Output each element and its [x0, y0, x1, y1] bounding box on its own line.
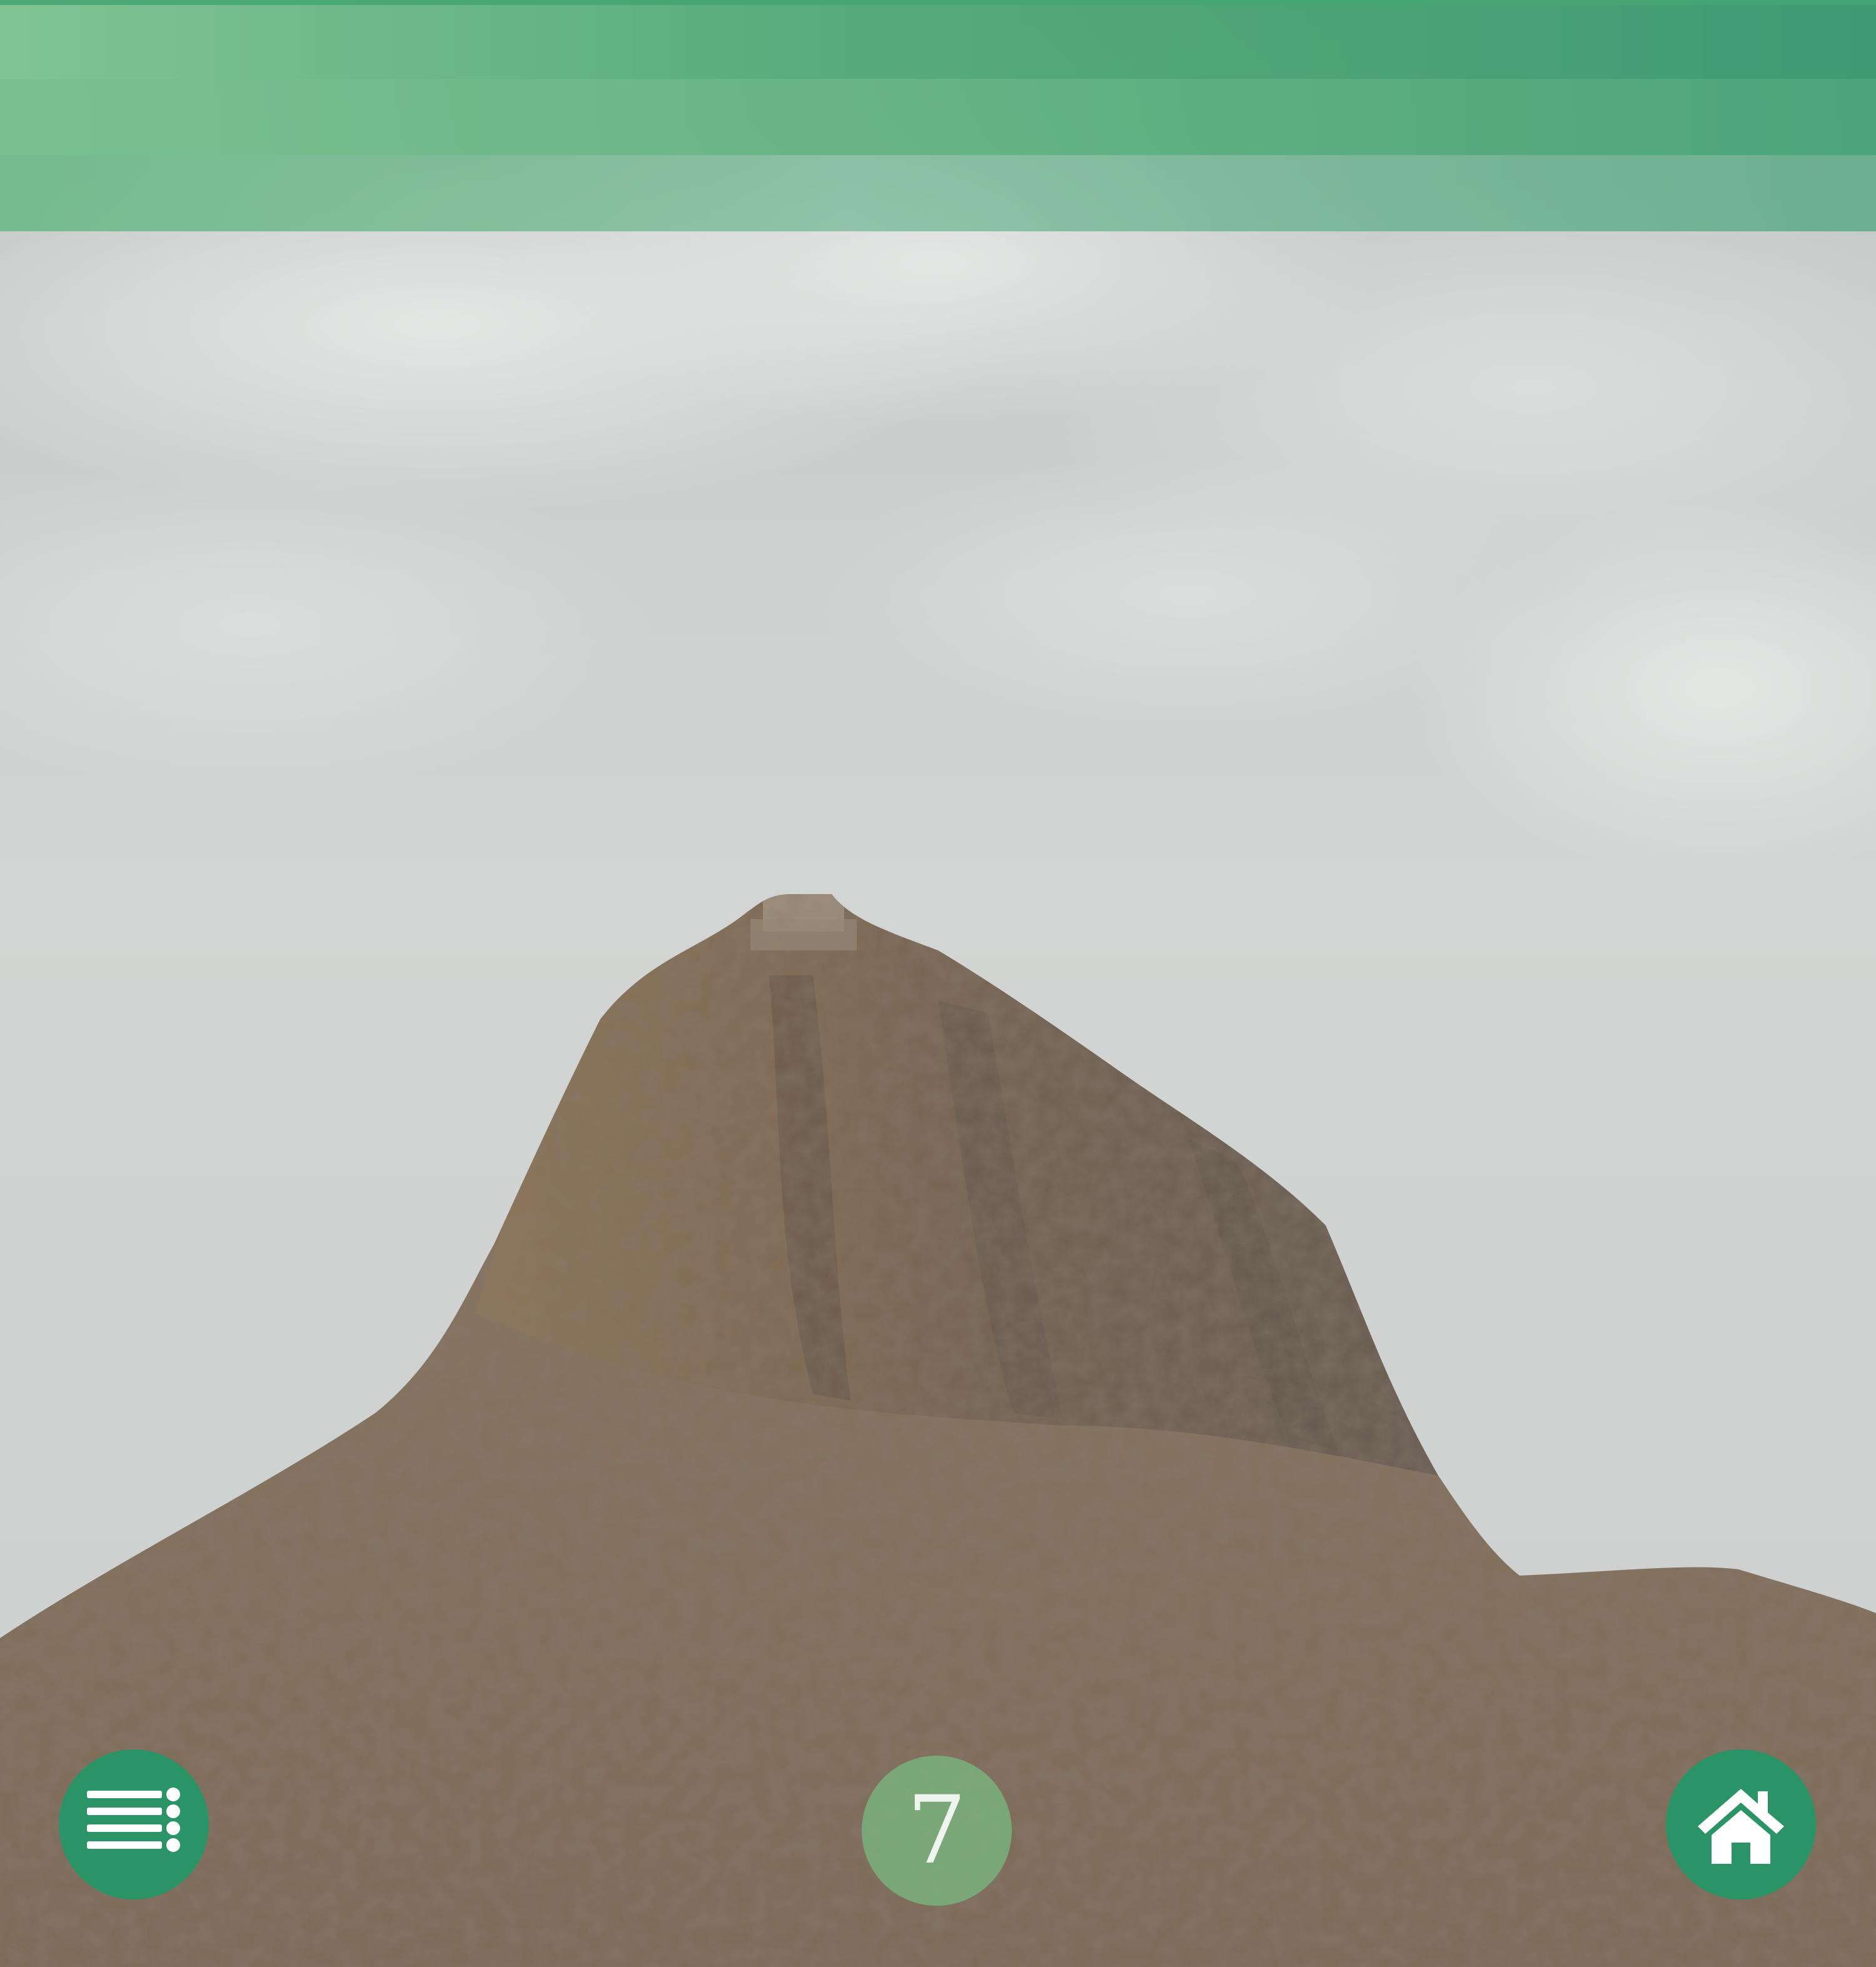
list-icon [87, 1788, 180, 1852]
page-number: 7 [907, 1776, 967, 1885]
header-stripe [0, 155, 1876, 231]
home-button[interactable] [1666, 1749, 1816, 1899]
home-icon [1698, 1789, 1784, 1864]
page-indicator: 7 [862, 1756, 1012, 1906]
menu-button[interactable] [59, 1749, 209, 1899]
header-stripe [0, 79, 1876, 155]
background-photo [0, 0, 1876, 1967]
header-band [0, 0, 1876, 231]
header-stripe [0, 0, 1876, 79]
